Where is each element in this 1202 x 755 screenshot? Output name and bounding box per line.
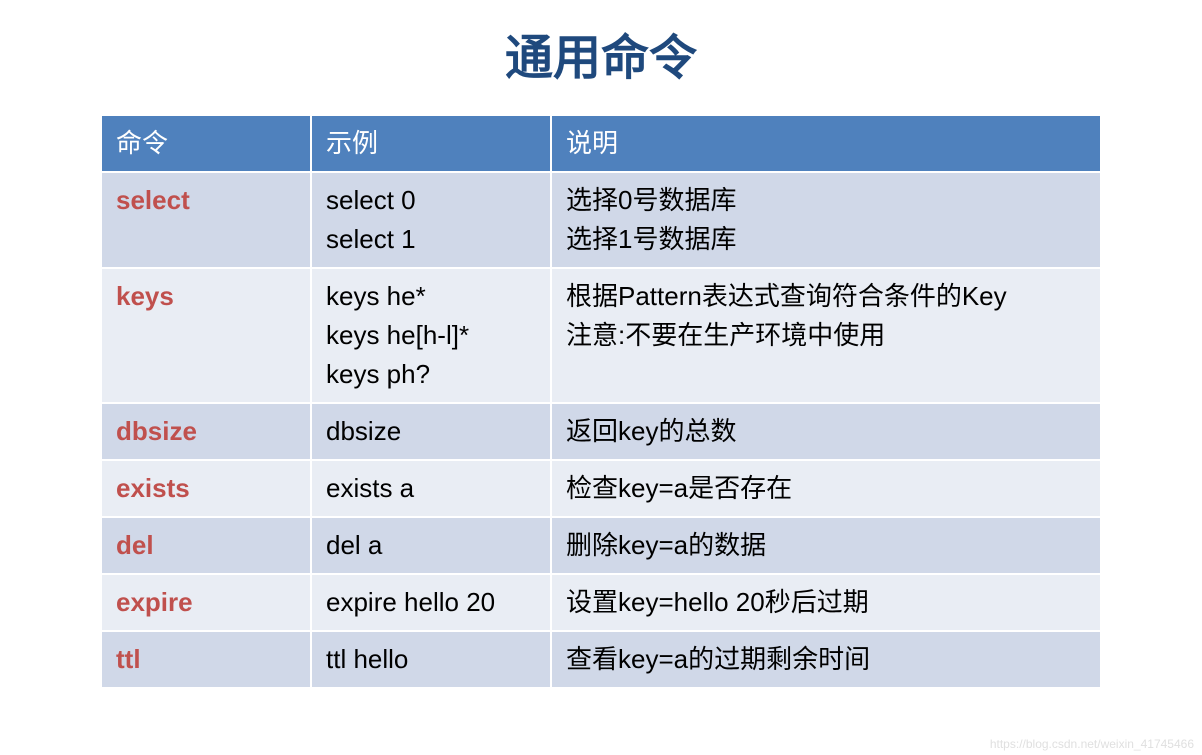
table-row: expireexpire hello 20设置key=hello 20秒后过期 bbox=[101, 574, 1101, 631]
cell-cmd: dbsize bbox=[101, 403, 311, 460]
cell-cmd: select bbox=[101, 172, 311, 268]
commands-table: 命令 示例 说明 selectselect 0select 1选择0号数据库选择… bbox=[100, 114, 1102, 689]
table-row: dbsizedbsize返回key的总数 bbox=[101, 403, 1101, 460]
cell-cmd: exists bbox=[101, 460, 311, 517]
cell-desc: 根据Pattern表达式查询符合条件的Key注意:不要在生产环境中使用 bbox=[551, 268, 1101, 403]
header-cmd: 命令 bbox=[101, 115, 311, 172]
header-desc: 说明 bbox=[551, 115, 1101, 172]
table-header-row: 命令 示例 说明 bbox=[101, 115, 1101, 172]
cell-example: dbsize bbox=[311, 403, 551, 460]
cell-desc: 设置key=hello 20秒后过期 bbox=[551, 574, 1101, 631]
cell-desc: 检查key=a是否存在 bbox=[551, 460, 1101, 517]
cell-cmd: del bbox=[101, 517, 311, 574]
cell-desc: 删除key=a的数据 bbox=[551, 517, 1101, 574]
table-body: selectselect 0select 1选择0号数据库选择1号数据库keys… bbox=[101, 172, 1101, 688]
cell-desc: 选择0号数据库选择1号数据库 bbox=[551, 172, 1101, 268]
cell-example: exists a bbox=[311, 460, 551, 517]
table-row: existsexists a检查key=a是否存在 bbox=[101, 460, 1101, 517]
page-title: 通用命令 bbox=[0, 18, 1202, 88]
table-row: keyskeys he*keys he[h-l]*keys ph?根据Patte… bbox=[101, 268, 1101, 403]
table-row: deldel a删除key=a的数据 bbox=[101, 517, 1101, 574]
cell-desc: 返回key的总数 bbox=[551, 403, 1101, 460]
cell-cmd: expire bbox=[101, 574, 311, 631]
cell-example: del a bbox=[311, 517, 551, 574]
cell-example: keys he*keys he[h-l]*keys ph? bbox=[311, 268, 551, 403]
cell-example: ttl hello bbox=[311, 631, 551, 688]
cell-cmd: keys bbox=[101, 268, 311, 403]
table-row: selectselect 0select 1选择0号数据库选择1号数据库 bbox=[101, 172, 1101, 268]
watermark: https://blog.csdn.net/weixin_41745466 bbox=[990, 737, 1194, 751]
cell-cmd: ttl bbox=[101, 631, 311, 688]
cell-desc: 查看key=a的过期剩余时间 bbox=[551, 631, 1101, 688]
cell-example: expire hello 20 bbox=[311, 574, 551, 631]
table-row: ttlttl hello查看key=a的过期剩余时间 bbox=[101, 631, 1101, 688]
header-example: 示例 bbox=[311, 115, 551, 172]
cell-example: select 0select 1 bbox=[311, 172, 551, 268]
